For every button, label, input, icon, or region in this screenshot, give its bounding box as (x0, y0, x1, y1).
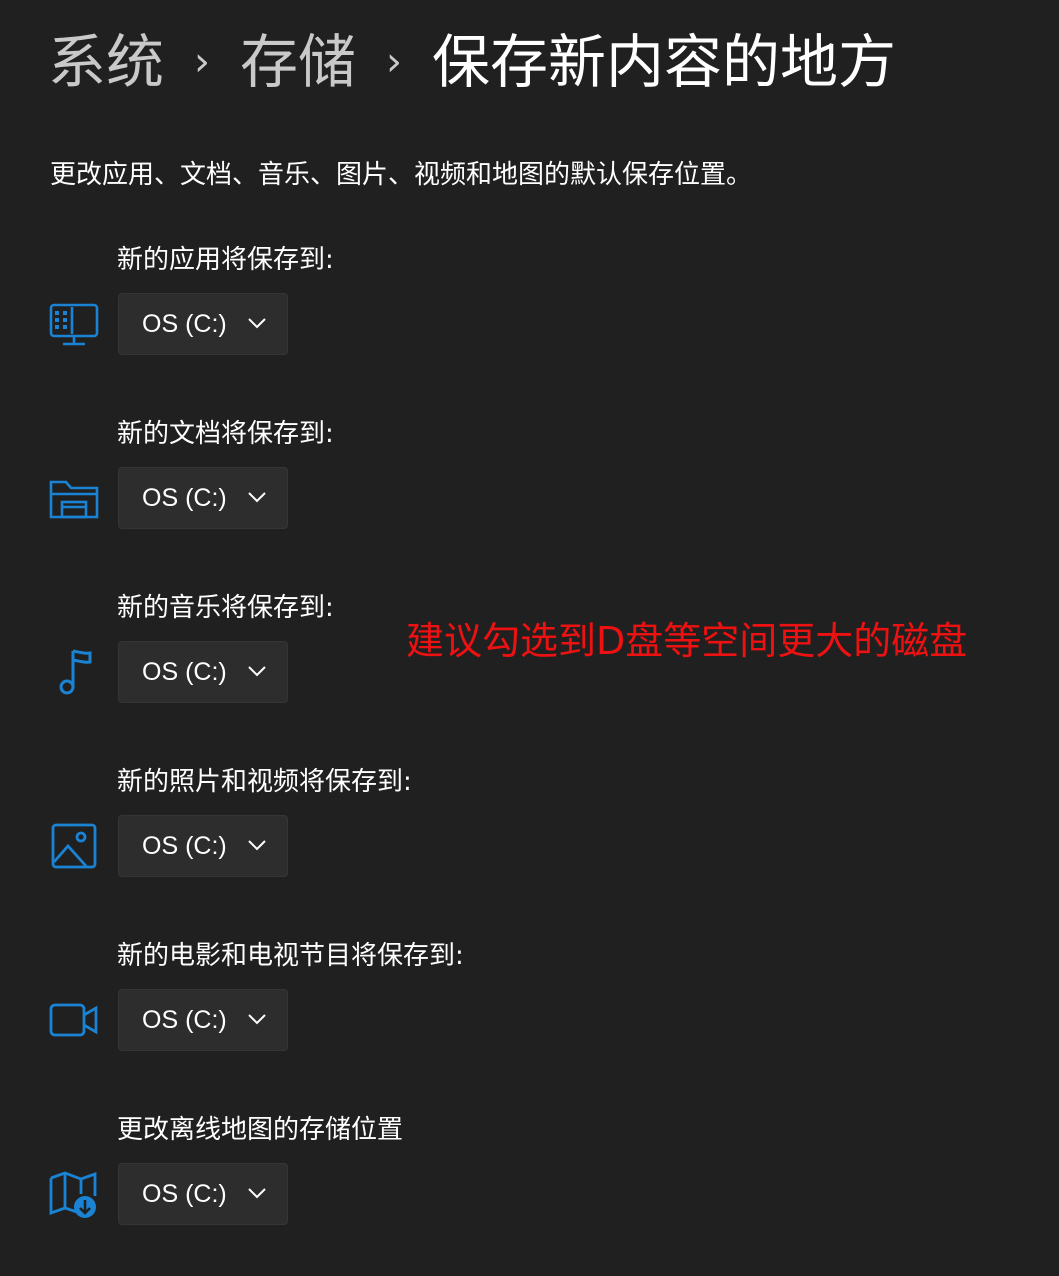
music-location-dropdown[interactable]: OS (C:) (118, 641, 288, 703)
dropdown-value: OS (C:) (142, 831, 227, 860)
apps-location-dropdown[interactable]: OS (C:) (118, 293, 288, 355)
page-title: 保存新内容的地方 (432, 28, 897, 96)
breadcrumb-separator: › (386, 39, 403, 85)
movies-location-dropdown[interactable]: OS (C:) (118, 989, 288, 1051)
chevron-down-icon (248, 1014, 266, 1025)
section-label-music: 新的音乐将保存到: (117, 593, 334, 623)
breadcrumb-storage[interactable]: 存储 (240, 22, 356, 102)
folder-documents-icon (48, 472, 100, 524)
section-label-documents: 新的文档将保存到: (117, 419, 334, 449)
dropdown-value: OS (C:) (142, 1005, 227, 1034)
section-label-photos-videos: 新的照片和视频将保存到: (117, 767, 412, 797)
breadcrumb-system[interactable]: 系统 (48, 22, 164, 102)
video-camera-icon (48, 994, 100, 1046)
chevron-down-icon (248, 492, 266, 503)
monitor-apps-icon (48, 298, 100, 350)
photo-icon (48, 820, 100, 872)
maps-location-dropdown[interactable]: OS (C:) (118, 1163, 288, 1225)
photos-location-dropdown[interactable]: OS (C:) (118, 815, 288, 877)
chevron-down-icon (248, 666, 266, 677)
breadcrumb: 系统 › 存储 › 保存新内容的地方 (48, 22, 896, 102)
music-note-icon (48, 646, 100, 698)
dropdown-value: OS (C:) (142, 1179, 227, 1208)
annotation-note: 建议勾选到D盘等空间更大的磁盘 (406, 619, 968, 663)
section-label-apps: 新的应用将保存到: (117, 245, 334, 275)
documents-location-dropdown[interactable]: OS (C:) (118, 467, 288, 529)
page-description: 更改应用、文档、音乐、图片、视频和地图的默认保存位置。 (50, 160, 753, 190)
chevron-down-icon (248, 318, 266, 329)
map-download-icon (48, 1168, 100, 1220)
dropdown-value: OS (C:) (142, 657, 227, 686)
chevron-down-icon (248, 1188, 266, 1199)
chevron-down-icon (248, 840, 266, 851)
dropdown-value: OS (C:) (142, 483, 227, 512)
section-label-movies-tv: 新的电影和电视节目将保存到: (117, 941, 464, 971)
dropdown-value: OS (C:) (142, 309, 227, 338)
breadcrumb-separator: › (194, 39, 211, 85)
section-label-offline-maps: 更改离线地图的存储位置 (117, 1115, 404, 1145)
